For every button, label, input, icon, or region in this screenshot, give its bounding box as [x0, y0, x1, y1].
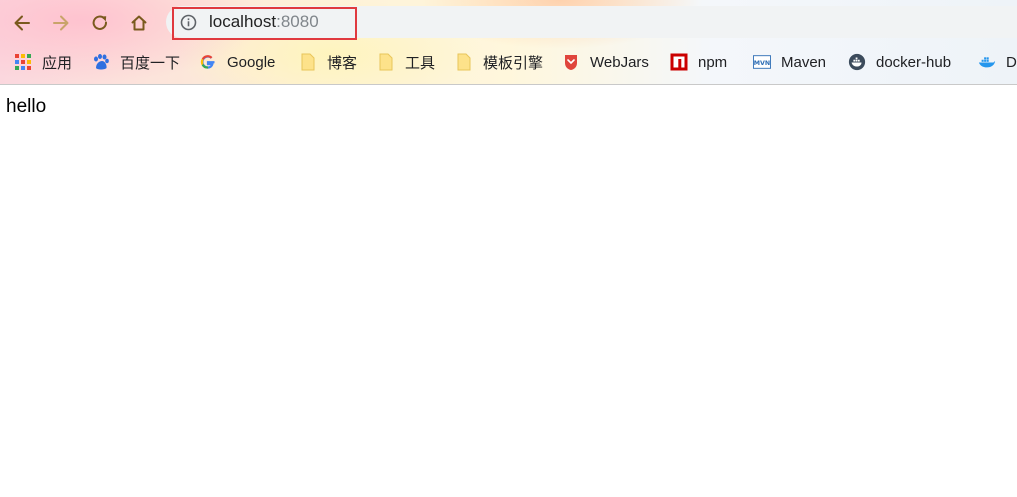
folder-icon	[299, 53, 317, 71]
bookmark-docker[interactable]: D	[978, 46, 1017, 78]
baidu-paw-icon	[92, 53, 110, 71]
folder-icon	[455, 53, 473, 71]
bookmark-label: WebJars	[590, 53, 649, 71]
arrow-left-icon	[12, 13, 32, 33]
apps-grid-icon	[14, 53, 32, 71]
folder-icon	[377, 53, 395, 71]
bookmark-label: docker-hub	[876, 53, 952, 71]
bookmark-baidu[interactable]: 百度一下	[92, 46, 180, 78]
bookmark-folder-template-engine[interactable]: 模板引擎	[455, 46, 543, 78]
page-body-text: hello	[6, 96, 47, 117]
forward-button[interactable]	[48, 10, 74, 36]
url-text[interactable]: localhost:8080	[209, 12, 319, 32]
bookmark-label: 百度一下	[120, 54, 181, 72]
bookmark-folder-tools[interactable]: 工具	[377, 46, 435, 78]
back-button[interactable]	[9, 10, 35, 36]
bookmark-label: Google	[227, 53, 276, 71]
bookmark-npm[interactable]: npm	[670, 46, 727, 78]
bookmark-google[interactable]: Google	[199, 46, 275, 78]
url-host: localhost	[209, 12, 277, 31]
webjars-icon	[562, 53, 580, 71]
url-port: :8080	[276, 12, 319, 31]
svg-text:MVN: MVN	[754, 60, 770, 67]
reload-icon	[90, 13, 110, 33]
docker-whale-icon	[978, 53, 996, 71]
info-icon[interactable]	[180, 14, 197, 31]
home-icon	[129, 13, 149, 33]
bookmark-label: npm	[698, 53, 728, 71]
docker-hub-icon	[848, 53, 866, 71]
bookmark-label: 博客	[327, 54, 358, 72]
bookmark-label: 工具	[405, 54, 436, 72]
browser-chrome: localhost:8080 应用 百度一下 Google 博客 工具 模板引擎…	[0, 0, 1017, 85]
bookmark-docker-hub[interactable]: docker-hub	[848, 46, 951, 78]
bookmarks-bar: 应用 百度一下 Google 博客 工具 模板引擎 WebJars npm MV…	[0, 46, 1017, 78]
google-g-icon	[199, 53, 217, 71]
bookmark-label: 应用	[42, 54, 73, 72]
bookmark-label: 模板引擎	[483, 54, 544, 72]
home-button[interactable]	[126, 10, 152, 36]
bookmark-webjars[interactable]: WebJars	[562, 46, 649, 78]
bookmark-apps[interactable]: 应用	[14, 46, 72, 78]
bookmark-folder-blog[interactable]: 博客	[299, 46, 357, 78]
arrow-right-icon	[51, 13, 71, 33]
page-content: hello	[0, 85, 1017, 497]
bookmark-label: Maven	[781, 53, 827, 71]
npm-icon	[670, 53, 688, 71]
bookmark-maven[interactable]: MVN Maven	[753, 46, 826, 78]
reload-button[interactable]	[87, 10, 113, 36]
maven-icon: MVN	[753, 53, 771, 71]
bookmark-label: D	[1006, 53, 1017, 71]
